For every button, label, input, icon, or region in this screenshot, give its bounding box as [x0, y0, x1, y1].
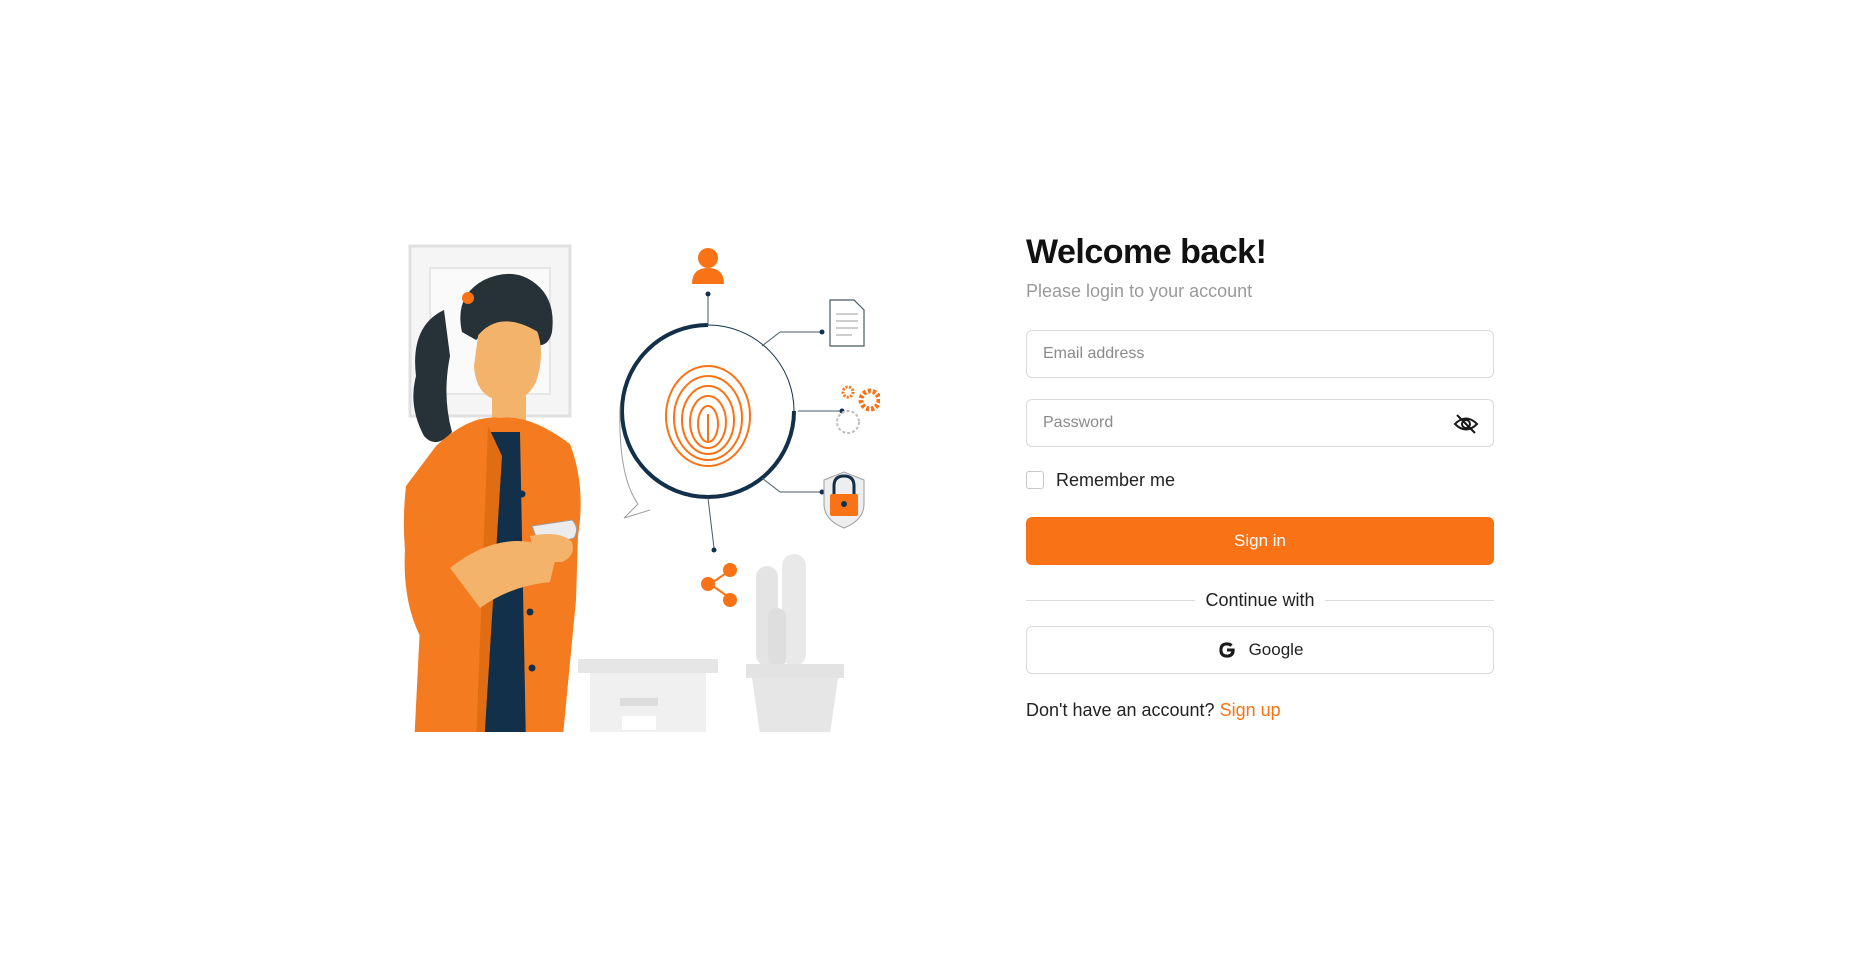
fingerprint-ring	[619, 323, 796, 519]
illustration-svg	[403, 244, 880, 732]
divider-line-right	[1324, 599, 1495, 601]
cactus-plant	[746, 554, 844, 732]
eye-off-icon-svg	[1453, 414, 1479, 434]
remember-me-checkbox[interactable]	[1026, 471, 1044, 489]
signup-prompt: Don't have an account?	[1026, 700, 1220, 720]
eye-off-icon[interactable]	[1453, 412, 1479, 436]
google-sign-in-button[interactable]: Google	[1026, 626, 1494, 674]
share-icon	[701, 563, 737, 607]
sign-in-button[interactable]: Sign in	[1026, 517, 1494, 565]
login-panel: Welcome back! Please login to your accou…	[1026, 232, 1495, 721]
remember-me-label: Remember me	[1056, 469, 1176, 490]
password-input[interactable]	[1027, 400, 1493, 446]
signup-row: Don't have an account? Sign up	[1026, 700, 1494, 721]
email-input[interactable]	[1027, 331, 1493, 377]
divider-line-left	[1026, 599, 1196, 601]
remember-me-row: Remember me	[1026, 469, 1494, 491]
desk-box	[578, 659, 718, 673]
password-field-container	[1026, 399, 1494, 447]
document-icon	[829, 299, 865, 347]
page-subtitle: Please login to your account	[1026, 281, 1253, 301]
email-field-container	[1026, 330, 1494, 378]
continue-divider: Continue with	[1026, 589, 1495, 611]
sign-up-link[interactable]: Sign up	[1220, 700, 1281, 720]
divider-text: Continue with	[1205, 589, 1315, 610]
user-icon	[692, 248, 724, 284]
lock-shield-icon	[823, 471, 865, 529]
google-icon	[1218, 642, 1235, 658]
google-button-label: Google	[1248, 640, 1304, 659]
page-title: Welcome back!	[1026, 233, 1267, 271]
login-illustration	[380, 236, 880, 732]
